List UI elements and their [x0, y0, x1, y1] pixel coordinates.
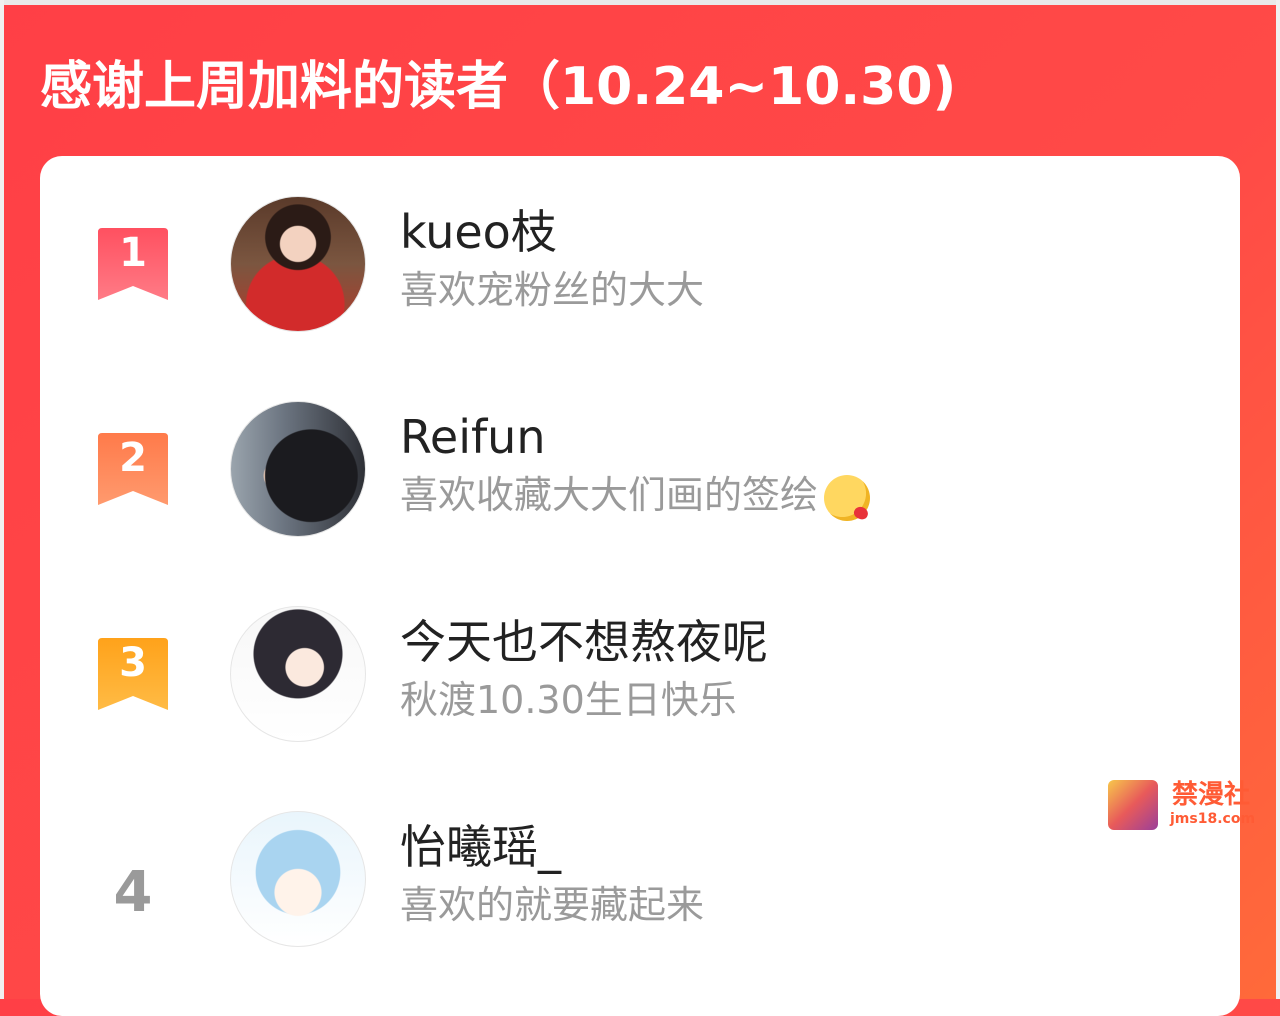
- watermark-subtitle: jms18.com: [1170, 811, 1256, 827]
- rank-number: 4: [113, 860, 153, 925]
- rank-badge-1: 1: [98, 228, 168, 302]
- list-item[interactable]: 3 今天也不想熬夜呢 秋渡10.30生日快乐: [40, 606, 1240, 766]
- reader-desc-text: 喜欢的就要藏起来: [400, 883, 705, 927]
- reader-name: 今天也不想熬夜呢: [400, 615, 768, 669]
- watermark-title: 禁漫社: [1172, 780, 1251, 810]
- reader-desc-text: 喜欢收藏大大们画的签绘: [400, 473, 819, 517]
- list-item[interactable]: 4 怡曦瑶_ 喜欢的就要藏起来: [40, 811, 1240, 971]
- rank-badge-2: 2: [98, 433, 168, 507]
- rank-number: 2: [119, 435, 147, 481]
- rank-number: 1: [119, 230, 147, 276]
- site-logo-icon: [1108, 780, 1158, 830]
- right-border: [1276, 0, 1280, 999]
- reader-name: 怡曦瑶_: [400, 820, 561, 874]
- reader-desc: 喜欢收藏大大们画的签绘: [400, 467, 871, 523]
- reader-desc: 秋渡10.30生日快乐: [400, 672, 737, 728]
- avatar[interactable]: [230, 606, 366, 742]
- reader-desc: 喜欢宠粉丝的大大: [400, 262, 704, 318]
- reader-name: kueo枝: [400, 205, 557, 259]
- rank-badge-3: 3: [98, 638, 168, 712]
- page-title: 感谢上周加料的读者（10.24~10.30): [40, 57, 957, 117]
- avatar[interactable]: [230, 401, 366, 537]
- list-item[interactable]: 1 kueo枝 喜欢宠粉丝的大大: [40, 196, 1240, 356]
- avatar[interactable]: [230, 811, 366, 947]
- avatar[interactable]: [230, 196, 366, 332]
- list-item[interactable]: 2 Reifun 喜欢收藏大大们画的签绘: [40, 401, 1240, 561]
- reader-desc-text: 喜欢宠粉丝的大大: [400, 268, 705, 312]
- reader-name: Reifun: [400, 410, 546, 464]
- ranking-list-panel: 1 kueo枝 喜欢宠粉丝的大大 2 Reifun 喜欢收藏大大们画的签绘 3 …: [40, 156, 1240, 1016]
- reader-desc: 喜欢的就要藏起来: [400, 877, 704, 933]
- kiss-emoji-icon: [824, 474, 871, 521]
- left-border: [0, 0, 4, 999]
- site-watermark: 禁漫社 jms18.com: [1108, 780, 1258, 832]
- reader-desc-text: 秋渡10.30生日快乐: [400, 678, 737, 722]
- top-border: [0, 0, 1280, 5]
- rank-number: 3: [119, 640, 147, 686]
